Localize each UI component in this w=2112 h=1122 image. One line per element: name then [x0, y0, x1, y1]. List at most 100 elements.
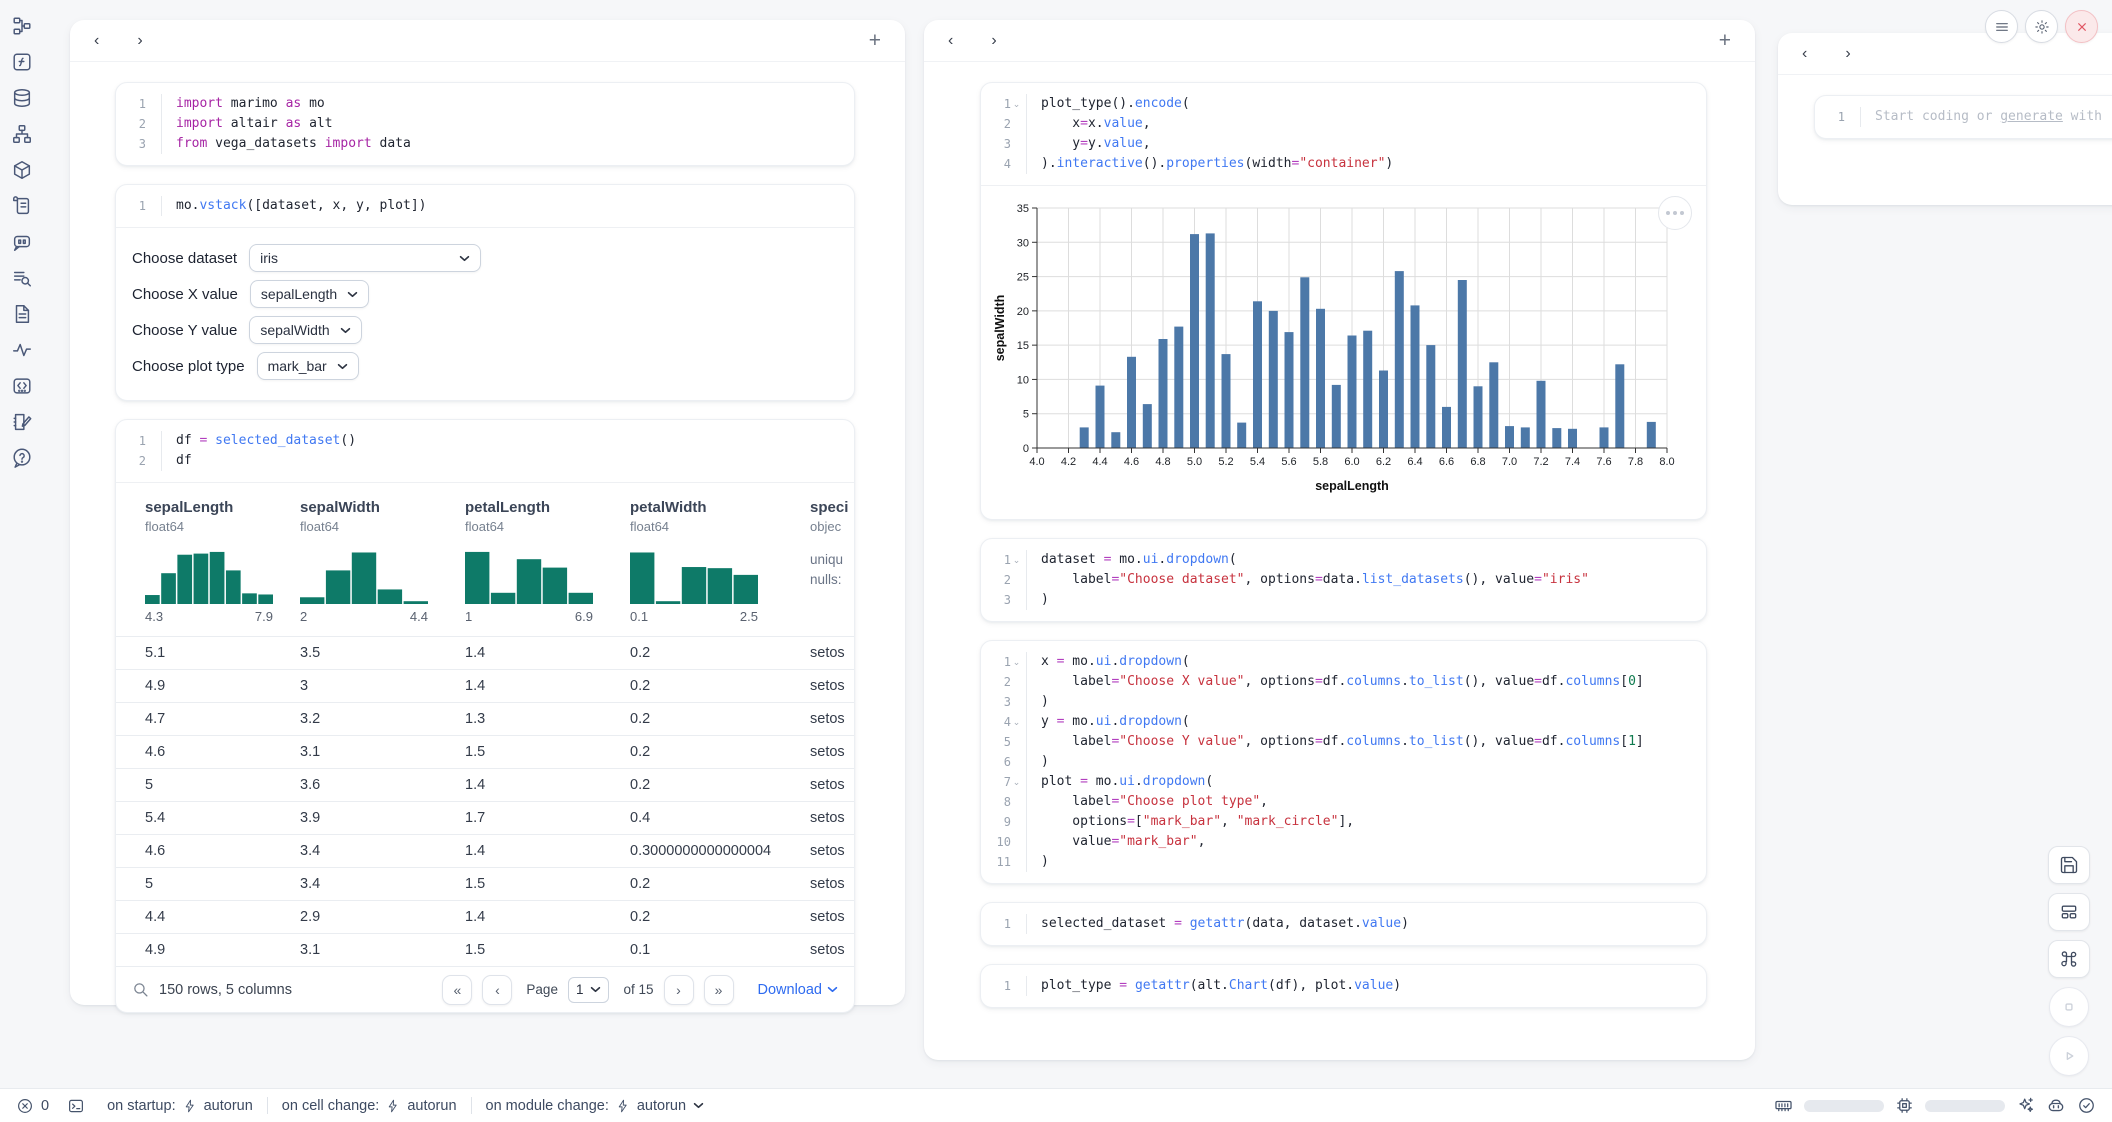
dropdown-select[interactable]: sepalWidth [249, 316, 361, 344]
table-row[interactable]: 4.73.21.30.2setos [116, 702, 854, 735]
column-header[interactable]: sepalLengthfloat644.37.9 [145, 499, 300, 624]
terminal-button[interactable] [67, 1097, 85, 1115]
column-prev-button[interactable]: ‹ [1802, 46, 1807, 62]
run-mode-item[interactable]: on module change:autorun [486, 1098, 705, 1114]
column-prev-button[interactable]: ‹ [94, 33, 99, 49]
last-page-button[interactable]: » [704, 975, 734, 1005]
action-rail [2048, 846, 2090, 1076]
document-icon[interactable] [10, 302, 33, 325]
column-histogram [300, 548, 428, 604]
close-button[interactable] [2065, 10, 2098, 43]
add-cell-button[interactable]: + [1719, 30, 1731, 51]
dropdown-row: Choose Y valuesepalWidth [116, 312, 854, 348]
copilot-icon[interactable] [2046, 1096, 2066, 1116]
column-prev-button[interactable]: ‹ [948, 33, 953, 49]
column-header[interactable]: petalLengthfloat6416.9 [465, 499, 630, 624]
code-editor[interactable]: 1Start coding or generate with [1815, 96, 2112, 138]
column-header[interactable]: petalWidthfloat640.12.5 [630, 499, 810, 624]
file-tree-icon[interactable] [10, 14, 33, 37]
scroll-icon[interactable] [10, 194, 33, 217]
code-editor[interactable]: 1mo.vstack([dataset, x, y, plot]) [116, 185, 854, 227]
code-cell-dataframe: 12df = selected_dataset()df sepalLengthf… [115, 419, 855, 1013]
svg-text:sepalWidth: sepalWidth [993, 295, 1007, 362]
keyboard-shortcuts-button[interactable] [2048, 940, 2090, 978]
chart-menu-button[interactable] [1658, 196, 1692, 230]
table-row[interactable]: 4.42.91.40.2setos [116, 900, 854, 933]
column-header[interactable]: sepalWidthfloat6424.4 [300, 499, 465, 624]
table-row[interactable]: 4.63.41.40.3000000000000004setos [116, 834, 854, 867]
stop-button[interactable] [2049, 987, 2089, 1027]
list-search-icon[interactable] [10, 266, 33, 289]
table-row[interactable]: 53.41.50.2setos [116, 867, 854, 900]
svg-text:5.4: 5.4 [1250, 456, 1265, 468]
connection-status-icon[interactable] [2077, 1096, 2096, 1115]
error-counter[interactable]: 0 [16, 1097, 49, 1115]
save-button[interactable] [2048, 846, 2090, 884]
code-cell-selected-dataset: 1selected_dataset = getattr(data, datase… [980, 902, 1707, 946]
column-next-button[interactable]: › [1845, 46, 1850, 62]
lightning-bolt-icon [183, 1099, 197, 1113]
download-button[interactable]: Download [758, 982, 839, 998]
ram-usage-bar[interactable] [1804, 1100, 1884, 1112]
search-icon[interactable] [132, 981, 149, 998]
code-editor[interactable]: 1selected_dataset = getattr(data, datase… [981, 903, 1706, 945]
scratchpad-icon[interactable] [10, 410, 33, 433]
cpu-usage-bar[interactable] [1925, 1100, 2005, 1112]
chevron-down-icon [459, 255, 470, 262]
table-row[interactable]: 53.61.40.2setos [116, 768, 854, 801]
table-row[interactable]: 5.43.91.70.4setos [116, 801, 854, 834]
divider [267, 1097, 268, 1114]
database-icon[interactable] [10, 86, 33, 109]
code-editor[interactable]: 1plot_type = getattr(alt.Chart(df), plot… [981, 965, 1706, 1007]
page-number-select[interactable]: 1 [568, 977, 610, 1003]
code-editor[interactable]: 1⌄23dataset = mo.ui.dropdown( label="Cho… [981, 539, 1706, 621]
dropdown-select[interactable]: sepalLength [250, 280, 369, 308]
svg-text:4.6: 4.6 [1124, 456, 1139, 468]
table-row[interactable]: 4.63.11.50.2setos [116, 735, 854, 768]
table-row[interactable]: 4.931.40.2setos [116, 669, 854, 702]
code-editor[interactable]: 123import marimo as moimport altair as a… [116, 83, 854, 165]
column-header[interactable]: speciobjecuniqunulls: [810, 499, 854, 624]
dependency-graph-icon[interactable] [10, 122, 33, 145]
code-editor[interactable]: 12df = selected_dataset()df [116, 420, 854, 482]
svg-text:sepalLength: sepalLength [1315, 479, 1389, 493]
chart-output: 4.04.24.44.64.85.05.25.45.65.86.06.26.46… [981, 185, 1706, 519]
dropdown-select[interactable]: mark_bar [257, 352, 359, 380]
layout-button[interactable] [2048, 893, 2090, 931]
settings-button[interactable] [2025, 10, 2058, 43]
function-square-icon[interactable] [10, 50, 33, 73]
next-page-button[interactable]: › [664, 975, 694, 1005]
play-icon [2059, 1046, 2079, 1066]
run-mode-item[interactable]: on cell change:autorun [282, 1098, 457, 1114]
code-cell-empty: 1Start coding or generate with [1814, 95, 2112, 139]
column-next-button[interactable]: › [137, 33, 142, 49]
svg-text:7.2: 7.2 [1533, 456, 1548, 468]
table-row[interactable]: 5.13.51.40.2setos [116, 636, 854, 669]
add-cell-button[interactable]: + [869, 30, 881, 51]
run-button[interactable] [2049, 1036, 2089, 1076]
code-editor[interactable]: 1⌄234plot_type().encode( x=x.value, y=y.… [981, 83, 1706, 185]
chevron-down-icon [590, 986, 601, 993]
first-page-button[interactable]: « [442, 975, 472, 1005]
bar-chart[interactable]: 4.04.24.44.64.85.05.25.45.65.86.06.26.46… [991, 194, 1691, 506]
activity-icon[interactable] [10, 338, 33, 361]
cpu-icon [1895, 1096, 1914, 1115]
bot-chat-icon[interactable] [10, 230, 33, 253]
status-bar: 0 on startup:autorun on cell change:autor… [0, 1088, 2112, 1122]
marimo-app: ‹ › + 123import marimo as moimport altai… [0, 0, 2112, 1122]
svg-text:5.2: 5.2 [1218, 456, 1233, 468]
table-row[interactable]: 4.93.11.50.1setos [116, 933, 854, 966]
menu-button[interactable] [1985, 10, 2018, 43]
code-editor[interactable]: 1⌄234⌄567⌄891011x = mo.ui.dropdown( labe… [981, 641, 1706, 883]
dataframe-table: sepalLengthfloat644.37.9sepalWidthfloat6… [116, 482, 854, 1012]
svg-text:4.4: 4.4 [1092, 456, 1107, 468]
prev-page-button[interactable]: ‹ [482, 975, 512, 1005]
package-icon[interactable] [10, 158, 33, 181]
column-next-button[interactable]: › [991, 33, 996, 49]
sparkles-icon[interactable] [2016, 1096, 2035, 1115]
dropdown-select[interactable]: iris [249, 244, 481, 272]
code-snippet-icon[interactable] [10, 374, 33, 397]
dropdown-label: Choose X value [132, 286, 238, 303]
run-mode-item[interactable]: on startup:autorun [107, 1098, 253, 1114]
help-bubble-icon[interactable] [10, 446, 33, 469]
